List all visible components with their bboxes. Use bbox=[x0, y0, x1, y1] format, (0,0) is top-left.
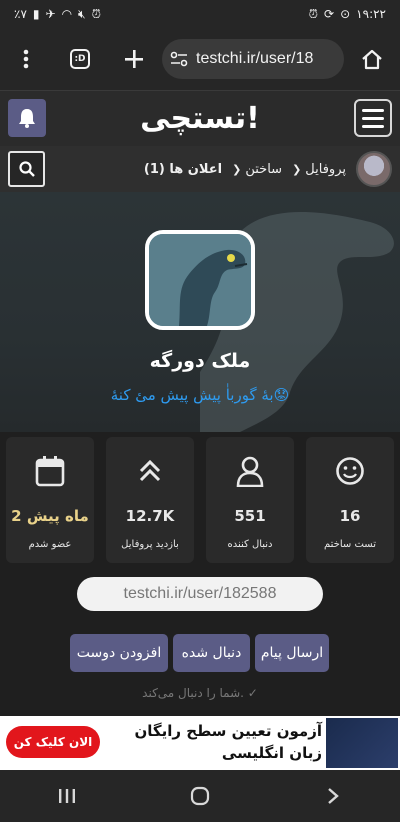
profile-link[interactable]: testchi.ir/user/182588 bbox=[77, 577, 323, 611]
status-right: ⏰︎ ⟳ ⊙ ۱۹:۲۲ bbox=[309, 7, 386, 21]
url-text: testchi.ir/user/18 bbox=[196, 50, 314, 67]
dino-avatar-image bbox=[149, 234, 251, 326]
sync-icon: ⟳ bbox=[324, 7, 335, 21]
tab-count: :D bbox=[70, 49, 90, 69]
stat-value-followers: 551 bbox=[234, 507, 266, 525]
smiley-icon bbox=[335, 453, 365, 489]
double-chevron-up-icon bbox=[137, 453, 163, 489]
status-bar: ٪۷ ▮ ✈ ◠ 🔇︎ ⏰︎ ⏰︎ ⟳ ⊙ ۱۹:۲۲ bbox=[0, 0, 400, 28]
home-circle-icon bbox=[190, 786, 210, 806]
stat-card-joined: 2 ماه پیش عضو شدم bbox=[6, 437, 94, 563]
link-icon: ⊙ bbox=[340, 7, 351, 21]
browser-toolbar: :D testchi.ir/user/18 bbox=[0, 28, 400, 90]
battery-level: ٪۷ bbox=[14, 7, 27, 21]
home-button[interactable] bbox=[352, 39, 392, 79]
stat-card-tests[interactable]: 16 تست ساختم bbox=[306, 437, 394, 563]
nav-bar: اعلان ها (1) ❯ ساختن ❯ پروفایل bbox=[0, 146, 400, 192]
clock: ۱۹:۲۲ bbox=[356, 7, 386, 21]
ad-cta-button[interactable]: الان کلیک کن bbox=[6, 726, 100, 758]
plus-icon bbox=[125, 50, 143, 68]
profile-bio: بهٔ گورباٰ پیش پیش مئ کنهٔ😟 bbox=[110, 386, 290, 404]
profile-actions: افزودن دوست دنبال شده ارسال پیام bbox=[0, 634, 400, 674]
nav-notifications[interactable]: اعلان ها (1) bbox=[144, 162, 222, 177]
profile-stats: 2 ماه پیش عضو شدم 12.7K بازدید پروفایل 5… bbox=[0, 432, 400, 568]
stat-value-tests: 16 bbox=[339, 507, 361, 525]
main-menu-button[interactable] bbox=[354, 99, 392, 137]
back-button[interactable] bbox=[303, 776, 363, 816]
stat-value-views: 12.7K bbox=[125, 507, 175, 525]
user-icon bbox=[236, 453, 264, 489]
nav-create[interactable]: ❯ ساختن bbox=[232, 162, 282, 177]
bell-icon bbox=[19, 109, 35, 128]
stat-label-joined: عضو شدم bbox=[28, 539, 72, 550]
alarm-icon: ⏰︎ bbox=[308, 7, 319, 21]
site-logo[interactable]: تستچی! bbox=[130, 95, 270, 141]
follows-you-text: شما را دنبال می‌کند. bbox=[142, 686, 244, 700]
check-icon: ✓ bbox=[247, 686, 258, 700]
ad-text: آزمون تعیین سطح رایگان زبان انگلیسی bbox=[134, 722, 322, 762]
browser-menu-button[interactable] bbox=[6, 39, 46, 79]
notifications-button[interactable] bbox=[8, 99, 46, 137]
new-tab-button[interactable] bbox=[114, 39, 154, 79]
nav-profile[interactable]: ❯ پروفایل bbox=[292, 162, 346, 177]
stat-label-tests: تست ساختم bbox=[324, 539, 376, 550]
nav-profile-label: پروفایل bbox=[305, 161, 346, 177]
tab-switcher-button[interactable]: :D bbox=[60, 39, 100, 79]
site-header: تستچی! bbox=[0, 90, 400, 146]
profile-picture[interactable] bbox=[145, 230, 255, 330]
stat-label-views: بازدید پروفایل bbox=[121, 539, 179, 550]
home-nav-button[interactable] bbox=[170, 776, 230, 816]
address-bar[interactable]: testchi.ir/user/18 bbox=[162, 39, 344, 79]
mute-icon: 🔇︎ bbox=[78, 7, 86, 21]
profile-hero: ملک دورگه بهٔ گورباٰ پیش پیش مئ کنهٔ😟 bbox=[0, 192, 400, 432]
ad-banner[interactable]: آزمون تعیین سطح رایگان زبان انگلیسی الان… bbox=[0, 716, 400, 770]
airplane-icon: ✈ bbox=[45, 7, 56, 21]
nav-notifications-label: اعلان ها (1) bbox=[143, 161, 223, 177]
send-message-button[interactable]: ارسال پیام bbox=[255, 634, 329, 672]
hamburger-icon bbox=[362, 108, 384, 112]
follows-you-note: شما را دنبال می‌کند. ✓ bbox=[0, 686, 400, 700]
kebab-menu-icon bbox=[23, 49, 29, 69]
site-settings-icon bbox=[170, 51, 188, 67]
back-chevron-icon bbox=[328, 788, 340, 804]
user-avatar[interactable] bbox=[356, 151, 392, 187]
add-friend-button[interactable]: افزودن دوست bbox=[70, 634, 168, 672]
calendar-icon bbox=[35, 453, 65, 489]
nav-items: اعلان ها (1) ❯ ساختن ❯ پروفایل bbox=[144, 146, 392, 192]
chevron-down-icon: ❯ bbox=[292, 162, 302, 176]
recents-button[interactable] bbox=[37, 776, 97, 816]
alarm-icon: ⏰︎ bbox=[91, 7, 101, 21]
followed-button[interactable]: دنبال شده bbox=[173, 634, 250, 672]
system-navigation-bar bbox=[0, 770, 400, 822]
home-icon bbox=[362, 49, 382, 70]
profile-name: ملک دورگه bbox=[149, 350, 251, 372]
wifi-icon: ◠ bbox=[61, 7, 73, 21]
nav-create-label: ساختن bbox=[245, 161, 283, 177]
recents-icon bbox=[58, 789, 75, 803]
search-icon bbox=[18, 161, 35, 177]
stat-label-followers: دنبال کننده bbox=[227, 539, 273, 550]
chevron-down-icon: ❯ bbox=[232, 162, 242, 176]
stat-card-followers[interactable]: 551 دنبال کننده bbox=[206, 437, 294, 563]
stat-card-views: 12.7K بازدید پروفایل bbox=[106, 437, 194, 563]
battery-icon: ▮ bbox=[32, 7, 40, 21]
ad-thumbnail-image bbox=[326, 718, 398, 768]
search-button[interactable] bbox=[8, 151, 45, 187]
status-left: ٪۷ ▮ ✈ ◠ 🔇︎ ⏰︎ bbox=[14, 8, 101, 20]
stat-value-joined: 2 ماه پیش bbox=[11, 507, 89, 525]
